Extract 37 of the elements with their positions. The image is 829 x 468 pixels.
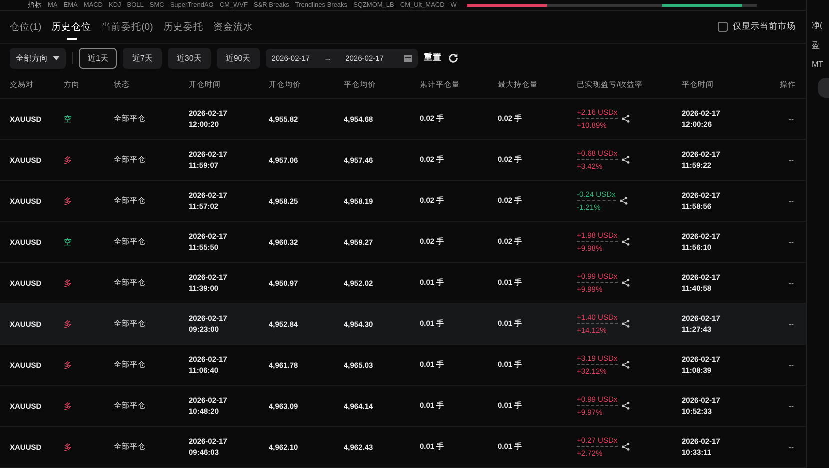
side-label: 净(	[812, 20, 824, 31]
direction-cell-text: 多	[64, 154, 73, 166]
reset-button[interactable]: 重置	[424, 52, 442, 64]
tab[interactable]: 历史仓位	[52, 14, 92, 40]
direction-cell-text: 多	[64, 196, 73, 206]
tab[interactable]: 资金流水	[213, 14, 254, 40]
direction-cell-text: 多	[64, 442, 73, 452]
direction-cell-text: 多	[64, 278, 73, 288]
checkbox[interactable]	[718, 22, 728, 32]
direction-cell-text: 多	[64, 360, 73, 370]
share-icon[interactable]	[622, 402, 630, 410]
direction-cell-text: 多	[64, 318, 73, 330]
calendar-icon	[404, 54, 412, 62]
tab[interactable]: 当前委托(0)	[102, 14, 154, 40]
caret-icon	[53, 56, 60, 60]
direction-cell-text: 多	[64, 400, 73, 412]
checkbox-label[interactable]: 仅显示当前市场	[733, 21, 796, 33]
share-icon[interactable]	[622, 115, 630, 123]
direction-cell-text: 空	[64, 236, 73, 248]
share-icon[interactable]	[622, 443, 630, 451]
tab[interactable]: 历史委托	[163, 14, 204, 40]
refresh-icon[interactable]	[448, 52, 459, 64]
range-button[interactable]: 近90天	[216, 48, 260, 68]
range-button[interactable]: 近1天	[79, 48, 118, 68]
direction-cell-text: 空	[64, 114, 73, 124]
direction-dropdown[interactable]: 全部方向	[10, 48, 66, 68]
share-icon[interactable]	[622, 361, 630, 369]
tab[interactable]: 仓位(1)	[10, 14, 42, 40]
share-icon[interactable]	[622, 238, 630, 246]
share-icon[interactable]	[620, 197, 628, 205]
side-label: MT	[812, 60, 825, 69]
range-button[interactable]: 近30天	[168, 48, 211, 68]
side-label: 盈	[812, 40, 821, 51]
share-icon[interactable]	[622, 279, 630, 287]
range-button[interactable]: 近7天	[123, 48, 162, 68]
share-icon[interactable]	[622, 320, 630, 328]
share-icon[interactable]	[622, 156, 630, 164]
